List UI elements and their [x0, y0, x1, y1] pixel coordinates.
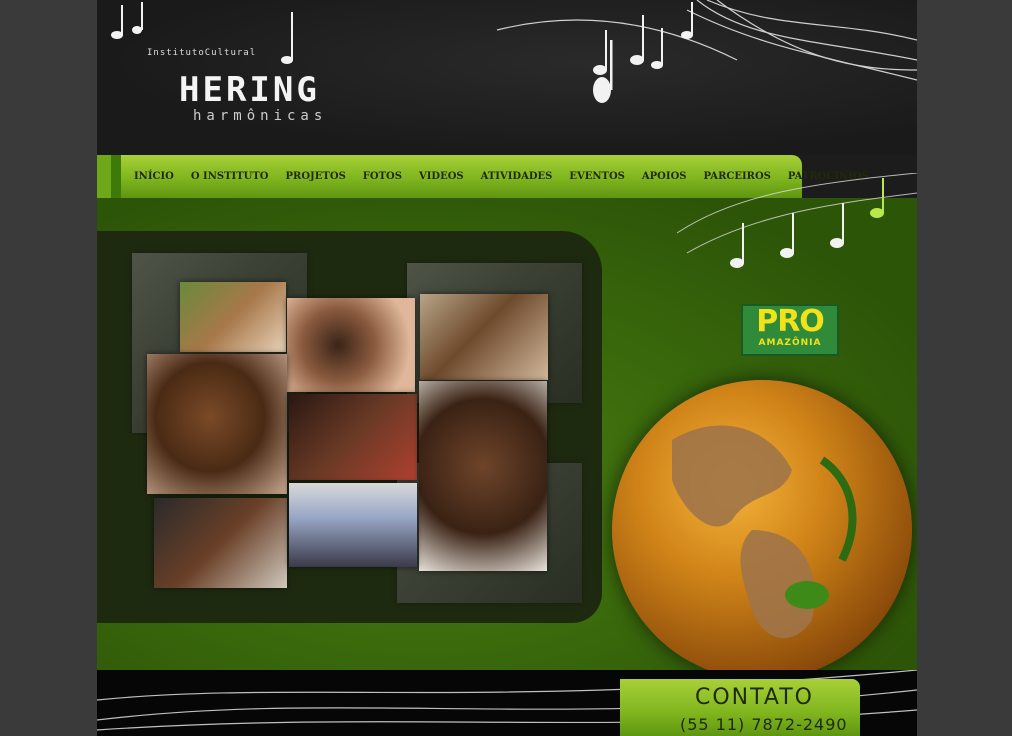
nav-item-inicio[interactable]: INÍCIO — [134, 171, 174, 182]
photo-girl-harmonica[interactable] — [419, 381, 547, 571]
nav-item-projetos[interactable]: PROJETOS — [286, 171, 346, 182]
nav-item-eventos[interactable]: EVENTOS — [569, 171, 625, 182]
nav-item-fotos[interactable]: FOTOS — [363, 171, 402, 182]
pro-amazonia-badge[interactable]: PRO AMAZÔNIA — [741, 304, 839, 356]
nav-item-apoios[interactable]: APOIOS — [642, 171, 687, 182]
nav-item-instituto[interactable]: O INSTITUTO — [191, 171, 269, 182]
logo-subtitle: InstitutoCultural — [147, 48, 257, 58]
photo-boy-playing[interactable] — [147, 354, 287, 494]
nav-stripe — [111, 155, 121, 198]
nav-item-patrocinios[interactable]: PATROCINIOS — [788, 171, 869, 182]
main-navigation: INÍCIO O INSTITUTO PROJETOS FOTOS VIDEOS… — [97, 155, 869, 198]
contact-phone: (55 11) 7872-2490 — [680, 715, 848, 734]
photo-hands-harmonica[interactable] — [287, 298, 415, 392]
contact-label: CONTATO — [695, 685, 814, 710]
globe-illustration — [612, 380, 912, 680]
institute-logo[interactable]: InstitutoCultural HERING harmônicas — [145, 8, 345, 138]
promo-subtitle: AMAZÔNIA — [758, 338, 822, 348]
continents-graphic — [672, 425, 857, 639]
photo-group-students[interactable] — [289, 483, 417, 567]
nav-item-atividades[interactable]: ATIVIDADES — [481, 171, 553, 182]
contact-box[interactable]: CONTATO (55 11) 7872-2490 — [620, 679, 860, 736]
photo-boy-harmonica[interactable] — [289, 394, 417, 480]
logo-title: HERING — [179, 70, 320, 110]
photo-children-group[interactable] — [180, 282, 286, 352]
photo-two-boys[interactable] — [154, 498, 287, 588]
nav-item-parceiros[interactable]: PARCEIROS — [704, 171, 771, 182]
nav-item-videos[interactable]: VIDEOS — [419, 171, 464, 182]
promo-title: PRO — [756, 304, 825, 339]
header: InstitutoCultural HERING harmônicas — [97, 0, 917, 155]
nav-stripe — [97, 155, 111, 198]
page: InstitutoCultural HERING harmônicas INÍC… — [97, 0, 917, 736]
logo-tagline: harmônicas — [193, 108, 328, 124]
photo-boy-smiling[interactable] — [420, 294, 548, 380]
nav-list: INÍCIO O INSTITUTO PROJETOS FOTOS VIDEOS… — [134, 155, 886, 198]
